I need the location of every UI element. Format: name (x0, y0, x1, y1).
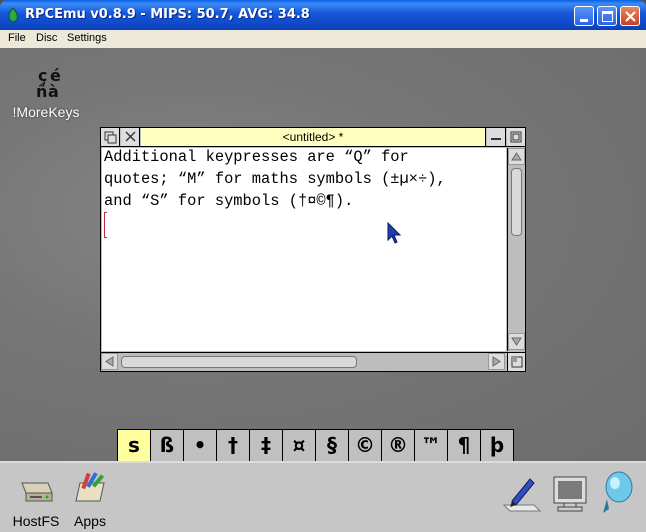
horizontal-scroll-thumb[interactable] (121, 356, 357, 368)
mouse-pointer-icon (387, 222, 402, 244)
riscos-desktop[interactable]: ç é ñ à !MoreKeys <untitled> * Additiona… (0, 48, 646, 461)
text-caret (104, 212, 107, 238)
hard-disc-icon (21, 482, 53, 502)
back-icon (104, 131, 117, 144)
close-button[interactable] (620, 6, 640, 26)
scroll-down-button[interactable] (508, 333, 525, 350)
menu-bar: File Disc Settings (0, 30, 646, 48)
scroll-right-button[interactable] (488, 353, 505, 370)
symbol-key-8[interactable]: © (348, 429, 382, 461)
apps-label: Apps (74, 513, 106, 529)
symbol-key-12[interactable]: þ (480, 429, 514, 461)
text-line-1: Additional keypresses are “Q” for (104, 148, 409, 166)
symbol-key-5[interactable]: ‡ (249, 429, 283, 461)
window-title: RPCEmu v0.8.9 - MIPS: 50.7, AVG: 34.8 (25, 7, 310, 22)
morekeys-pinboard-icon[interactable]: ç é ñ à !MoreKeys (8, 63, 84, 125)
back-button[interactable] (101, 128, 120, 146)
iconise-icon (491, 138, 501, 140)
resize-icon (511, 356, 523, 368)
svg-text:ñ: ñ (36, 82, 47, 101)
maximize-icon (602, 11, 613, 22)
hostfs-iconbar-item[interactable]: HostFS (6, 469, 66, 529)
morekeys-label: !MoreKeys (12, 104, 80, 120)
minimize-button[interactable] (574, 6, 594, 26)
edit-window-title: <untitled> * (141, 128, 486, 146)
vertical-scroll-thumb[interactable] (511, 168, 522, 236)
svg-text:à: à (48, 82, 59, 101)
monitor-icon (553, 476, 587, 512)
symbol-key-6[interactable]: ¤ (282, 429, 316, 461)
scroll-up-button[interactable] (508, 148, 525, 165)
symbol-key-3[interactable]: • (183, 429, 217, 461)
edit-text-area[interactable]: Additional keypresses are “Q” for quotes… (102, 148, 506, 351)
symbol-toolbar: s ß • † ‡ ¤ § © ® ™ ¶ þ (117, 429, 514, 461)
apps-icon (75, 472, 105, 502)
arrow-left-icon (105, 356, 114, 367)
maximize-button[interactable] (597, 6, 617, 26)
menu-file[interactable]: File (8, 32, 26, 44)
menu-settings[interactable]: Settings (67, 32, 107, 44)
iconise-button[interactable] (487, 128, 506, 146)
horizontal-scrollbar[interactable] (101, 352, 507, 371)
emulator-title-bar[interactable]: RPCEmu v0.8.9 - MIPS: 50.7, AVG: 34.8 (0, 0, 646, 30)
arrow-right-icon (492, 356, 501, 367)
toggle-size-icon (510, 131, 522, 143)
rpcemu-app-icon (8, 7, 18, 23)
scroll-left-button[interactable] (101, 353, 118, 370)
vertical-scrollbar[interactable] (507, 148, 525, 351)
minimize-icon (580, 19, 588, 22)
text-line-2: quotes; “M” for maths symbols (±µ×÷), (104, 170, 446, 188)
text-line-3: and “S” for symbols (†¤©¶). (104, 192, 354, 210)
apps-iconbar-item[interactable]: Apps (60, 469, 120, 529)
symbol-key-10[interactable]: ™ (414, 429, 448, 461)
hostfs-label: HostFS (12, 513, 60, 529)
close-icon (625, 11, 636, 22)
edit-pen-icon (502, 478, 542, 512)
close-icon (125, 131, 136, 142)
symbol-key-11[interactable]: ¶ (447, 429, 481, 461)
symbol-key-7[interactable]: § (315, 429, 349, 461)
symbol-key-1[interactable]: s (117, 429, 151, 461)
arrow-up-icon (511, 152, 522, 161)
edit-window-title-bar[interactable]: <untitled> * (101, 128, 525, 147)
riscos-cube-icon (603, 471, 633, 513)
edit-iconbar-item[interactable] (498, 471, 546, 519)
symbol-key-9[interactable]: ® (381, 429, 415, 461)
iconbar: HostFS Apps (0, 461, 646, 532)
edit-window[interactable]: <untitled> * Additional keypresses are “… (100, 127, 526, 372)
risc-os-iconbar-item[interactable] (594, 469, 640, 521)
toggle-size-button[interactable] (507, 128, 525, 146)
task-manager-iconbar-item[interactable] (546, 471, 594, 519)
menu-disc[interactable]: Disc (36, 32, 57, 44)
resize-handle[interactable] (507, 352, 525, 371)
arrow-down-icon (511, 337, 522, 346)
window-close-button[interactable] (121, 128, 140, 146)
symbol-key-2[interactable]: ß (150, 429, 184, 461)
morekeys-icon: ç é ñ à (36, 66, 61, 101)
symbol-key-4[interactable]: † (216, 429, 250, 461)
